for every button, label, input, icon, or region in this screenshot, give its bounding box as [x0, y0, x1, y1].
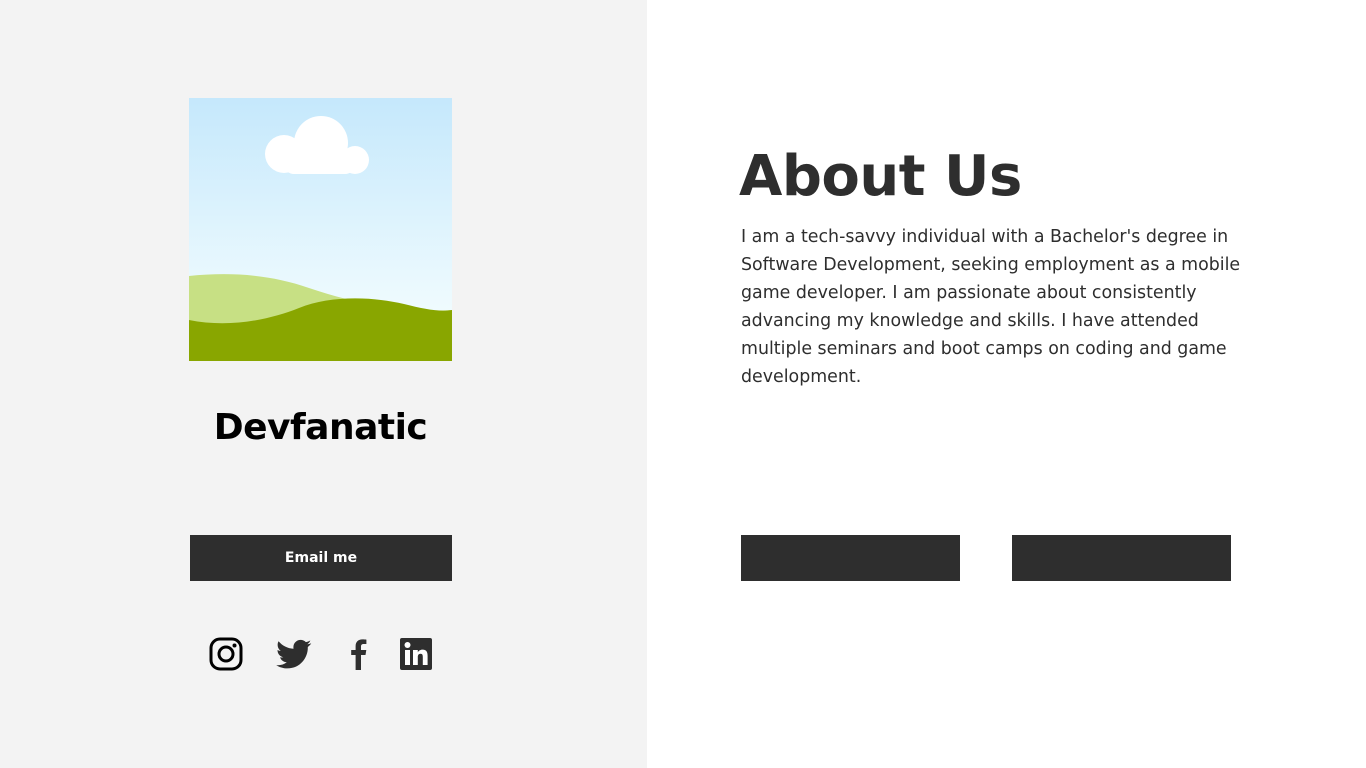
page: Devfanatic Email me About Us I am a tech…	[0, 0, 1366, 768]
twitter-link[interactable]	[276, 636, 312, 672]
about-action-button-2[interactable]	[1012, 535, 1231, 581]
twitter-icon	[276, 639, 312, 669]
about-action-button-1[interactable]	[741, 535, 960, 581]
linkedin-link[interactable]	[398, 636, 434, 672]
instagram-icon	[209, 637, 243, 671]
facebook-link[interactable]	[344, 636, 374, 672]
profile-name: Devfanatic	[213, 407, 428, 448]
about-description: I am a tech-savvy individual with a Bach…	[741, 227, 1241, 387]
instagram-link[interactable]	[208, 636, 244, 672]
profile-panel: Devfanatic Email me	[0, 0, 647, 768]
profile-image	[189, 98, 452, 361]
email-me-button[interactable]: Email me	[190, 535, 452, 581]
linkedin-icon	[400, 638, 432, 670]
about-title: About Us	[739, 144, 1022, 209]
facebook-icon	[351, 639, 367, 670]
